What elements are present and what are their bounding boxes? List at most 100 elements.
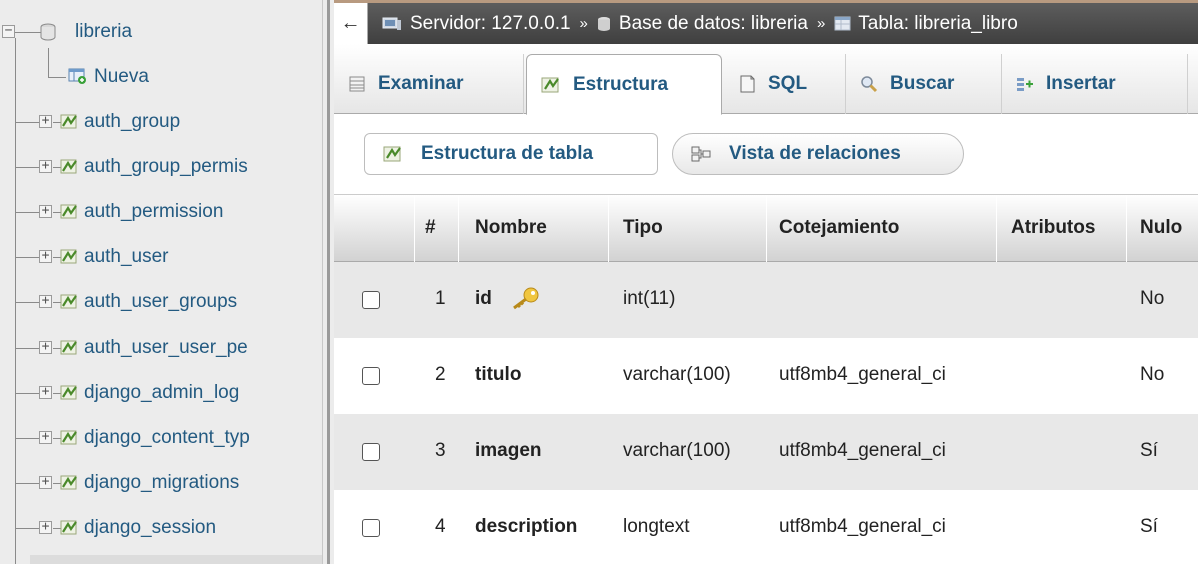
- tree-table-item[interactable]: + auth_user: [0, 239, 322, 275]
- column-collation: utf8mb4_general_ci: [779, 364, 946, 385]
- expand-table-icon[interactable]: +: [39, 249, 52, 263]
- breadcrumb-database[interactable]: Base de datos: libreria »: [597, 13, 834, 35]
- column-header-null[interactable]: Nulo: [1140, 217, 1182, 239]
- column-collation: utf8mb4_general_ci: [779, 516, 946, 537]
- tree-db-row[interactable]: − libreria: [0, 14, 322, 50]
- tab-estructura[interactable]: Estructura: [526, 54, 722, 115]
- tab-examinar-label[interactable]: Examinar: [378, 73, 464, 95]
- breadcrumb-database-label[interactable]: Base de datos: libreria: [619, 13, 808, 35]
- table-structure-icon[interactable]: [60, 204, 78, 220]
- table-structure-icon[interactable]: [60, 159, 78, 175]
- relation-view-button[interactable]: Vista de relaciones: [672, 133, 964, 175]
- column-divider: [414, 195, 415, 263]
- table-structure-icon[interactable]: [60, 430, 78, 446]
- table-structure-icon[interactable]: [60, 340, 78, 356]
- tree-table-item[interactable]: + auth_user_user_pe: [0, 330, 322, 366]
- collapse-db-icon[interactable]: −: [2, 24, 15, 38]
- row-select-checkbox[interactable]: [362, 519, 380, 537]
- tree-table-label[interactable]: auth_user_user_pe: [84, 337, 248, 359]
- database-icon: [40, 23, 56, 41]
- tab-buscar[interactable]: Buscar: [846, 54, 1002, 114]
- column-number: 4: [435, 516, 446, 537]
- table-structure-icon[interactable]: [60, 520, 78, 536]
- breadcrumb-separator: »: [579, 15, 588, 32]
- tab-sql[interactable]: SQL: [724, 54, 846, 114]
- expand-table-icon[interactable]: +: [39, 159, 52, 173]
- tree-table-item[interactable]: + django_admin_log: [0, 375, 322, 411]
- tree-table-item[interactable]: +libreria_libro: [30, 555, 322, 564]
- column-number: 2: [435, 364, 446, 385]
- column-header-type[interactable]: Tipo: [623, 217, 663, 239]
- tab-examinar[interactable]: Examinar: [334, 54, 524, 114]
- breadcrumb-server-label[interactable]: Servidor: 127.0.0.1: [410, 13, 571, 35]
- tab-sql-label[interactable]: SQL: [768, 73, 807, 95]
- tree-connector: [15, 212, 41, 213]
- expand-table-icon[interactable]: +: [39, 204, 52, 218]
- nav-resize-handle[interactable]: [322, 0, 334, 564]
- table-row: 2 titulo varchar(100) utf8mb4_general_ci No: [334, 338, 1198, 414]
- tree-table-item[interactable]: + django_migrations: [0, 465, 322, 501]
- tree-table-item[interactable]: + auth_user_groups: [0, 284, 322, 320]
- column-header-attributes[interactable]: Atributos: [1011, 217, 1095, 239]
- row-select-checkbox[interactable]: [362, 291, 380, 309]
- tree-table-label[interactable]: django_content_typ: [84, 427, 250, 449]
- collapse-nav-button[interactable]: ←: [334, 3, 368, 44]
- expand-table-icon[interactable]: +: [39, 520, 52, 534]
- tab-estructura-label[interactable]: Estructura: [573, 74, 668, 96]
- table-structure-icon[interactable]: [60, 294, 78, 310]
- tree-table-item[interactable]: + django_content_typ: [0, 420, 322, 456]
- column-number: 3: [435, 440, 446, 461]
- table-structure-icon[interactable]: [60, 385, 78, 401]
- tree-new-table-label[interactable]: Nueva: [94, 66, 149, 88]
- tree-table-label[interactable]: auth_user: [84, 246, 169, 268]
- tree-table-label[interactable]: django_admin_log: [84, 382, 239, 404]
- database-icon: [597, 16, 610, 31]
- breadcrumb-table[interactable]: Tabla: libreria_libro: [834, 13, 1018, 35]
- tree-table-label[interactable]: auth_permission: [84, 201, 223, 223]
- tree-table-item[interactable]: + auth_group: [0, 104, 322, 140]
- table-row: 1 id int(11) No: [334, 262, 1198, 338]
- row-select-checkbox[interactable]: [362, 367, 380, 385]
- expand-table-icon[interactable]: +: [39, 475, 52, 489]
- expand-table-icon[interactable]: +: [39, 385, 52, 399]
- expand-table-icon[interactable]: +: [39, 340, 52, 354]
- tree-table-label[interactable]: django_migrations: [84, 472, 239, 494]
- table-structure-label[interactable]: Estructura de tabla: [421, 143, 593, 165]
- breadcrumb-server[interactable]: Servidor: 127.0.0.1 »: [382, 13, 597, 35]
- column-header-collation[interactable]: Cotejamiento: [779, 217, 899, 239]
- expand-table-icon[interactable]: +: [39, 114, 52, 128]
- tab-insertar-label[interactable]: Insertar: [1046, 73, 1116, 95]
- structure-subnav: Estructura de tabla Vista de relaciones: [334, 114, 1198, 194]
- tree-table-item[interactable]: + django_session: [0, 510, 322, 546]
- tree-guide-line: [48, 48, 49, 78]
- tree-connector: [15, 483, 41, 484]
- structure-icon: [383, 146, 401, 162]
- column-header-num[interactable]: #: [425, 217, 436, 239]
- table-structure-icon[interactable]: [60, 114, 78, 130]
- table-structure-button[interactable]: Estructura de tabla: [364, 133, 658, 175]
- tab-insertar[interactable]: Insertar: [1002, 54, 1188, 114]
- tree-table-label[interactable]: auth_user_groups: [84, 291, 237, 313]
- breadcrumb-table-label[interactable]: Tabla: libreria_libro: [858, 13, 1017, 35]
- tree-table-label[interactable]: auth_group: [84, 111, 180, 133]
- column-type: int(11): [623, 288, 676, 309]
- navigation-tree: − libreria Nueva + auth_group + auth_group_…: [0, 0, 322, 564]
- tree-db-label[interactable]: libreria: [75, 21, 132, 43]
- table-structure-icon[interactable]: [60, 475, 78, 491]
- expand-table-icon[interactable]: +: [39, 430, 52, 444]
- column-header-name[interactable]: Nombre: [475, 217, 547, 239]
- column-collation: utf8mb4_general_ci: [779, 440, 946, 461]
- expand-table-icon[interactable]: +: [39, 294, 52, 308]
- tree-table-item[interactable]: + auth_permission: [0, 194, 322, 230]
- relation-view-label[interactable]: Vista de relaciones: [729, 143, 901, 165]
- browse-icon: [349, 76, 365, 92]
- tree-table-label[interactable]: auth_group_permis: [84, 156, 248, 178]
- tree-table-label[interactable]: django_session: [84, 517, 216, 539]
- table-structure-icon[interactable]: [60, 249, 78, 265]
- row-select-checkbox[interactable]: [362, 443, 380, 461]
- server-icon: [382, 17, 401, 30]
- column-number: 1: [435, 288, 446, 309]
- tree-table-item[interactable]: + auth_group_permis: [0, 149, 322, 185]
- column-divider: [766, 195, 767, 263]
- tab-buscar-label[interactable]: Buscar: [890, 73, 954, 95]
